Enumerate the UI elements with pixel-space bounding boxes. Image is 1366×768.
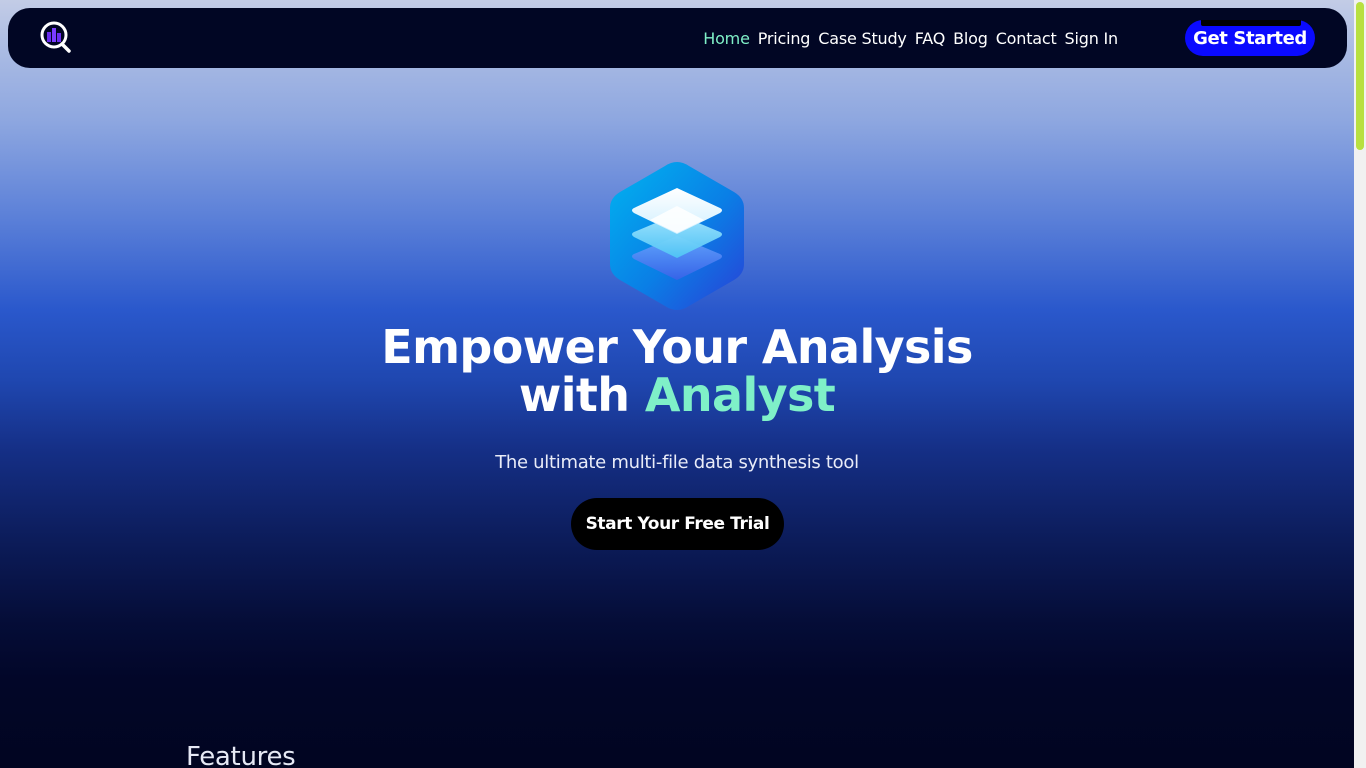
hero-title-line1: Empower Your Analysis bbox=[381, 320, 973, 374]
page: Home Pricing Case Study FAQ Blog Contact… bbox=[0, 0, 1354, 768]
nav-link-contact[interactable]: Contact bbox=[996, 29, 1057, 48]
get-started-button[interactable]: Get Started bbox=[1185, 20, 1315, 56]
nav-link-faq[interactable]: FAQ bbox=[915, 29, 946, 48]
hero-title-accent: Analyst bbox=[644, 368, 836, 422]
nav-link-pricing[interactable]: Pricing bbox=[758, 29, 811, 48]
nav-links: Home Pricing Case Study FAQ Blog Contact… bbox=[703, 26, 1118, 50]
hero-title: Empower Your Analysis with Analyst bbox=[0, 323, 1354, 419]
scrollbar-thumb[interactable] bbox=[1356, 2, 1364, 150]
nav-link-case-study[interactable]: Case Study bbox=[818, 29, 907, 48]
top-navbar: Home Pricing Case Study FAQ Blog Contact… bbox=[8, 8, 1347, 68]
hero-title-line2-prefix: with bbox=[518, 368, 645, 422]
page-scrollbar[interactable] bbox=[1354, 0, 1366, 768]
nav-link-home[interactable]: Home bbox=[703, 29, 750, 48]
features-heading: Features bbox=[186, 742, 296, 768]
nav-link-sign-in[interactable]: Sign In bbox=[1065, 29, 1119, 48]
magnifier-bar-chart-icon[interactable] bbox=[40, 20, 74, 54]
hero-subtitle: The ultimate multi-file data synthesis t… bbox=[495, 452, 859, 473]
start-free-trial-button[interactable]: Start Your Free Trial bbox=[571, 498, 784, 550]
hexagon-layers-icon bbox=[610, 162, 744, 310]
nav-link-blog[interactable]: Blog bbox=[953, 29, 988, 48]
